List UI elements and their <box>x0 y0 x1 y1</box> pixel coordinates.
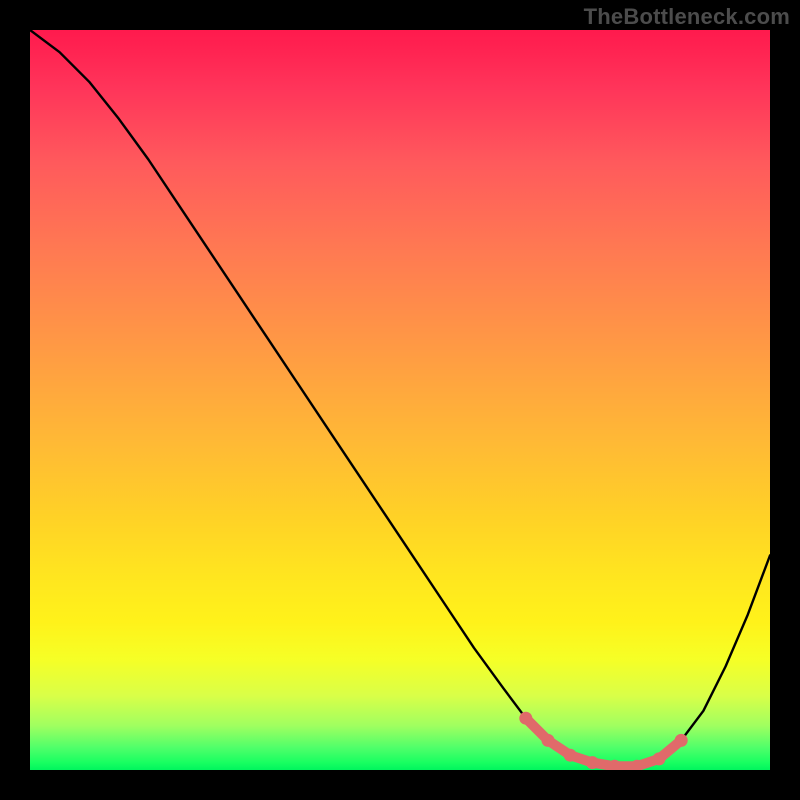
optimal-point <box>675 734 688 747</box>
watermark-text: TheBottleneck.com <box>584 4 790 30</box>
optimal-point <box>653 752 666 765</box>
bottleneck-curve <box>30 30 770 766</box>
curve-layer <box>30 30 770 770</box>
optimal-point <box>542 734 555 747</box>
optimal-point <box>564 749 577 762</box>
plot-area <box>30 30 770 770</box>
optimal-point <box>586 756 599 769</box>
optimal-point <box>519 712 532 725</box>
chart-frame: TheBottleneck.com <box>0 0 800 800</box>
